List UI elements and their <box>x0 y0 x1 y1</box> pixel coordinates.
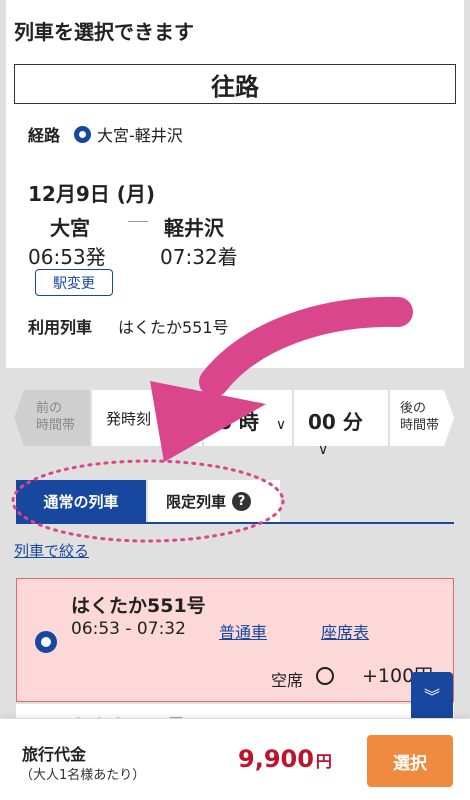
fare-unit: 円 <box>315 752 332 771</box>
fare-footer: 旅行代金 （大人1名様あたり） 9,900 円 選択 <box>0 718 470 800</box>
car-class-link[interactable]: 普通車 <box>219 619 267 643</box>
chevron-down-icon: ∨ <box>318 442 329 458</box>
minute-value: 00 <box>308 410 336 434</box>
train-value: はくたか551号 <box>118 318 229 337</box>
question-circle-icon[interactable]: ? <box>232 491 252 511</box>
hour-select[interactable]: 6 時 ∨ <box>204 390 292 446</box>
tab-limited-trains[interactable]: 限定列車 ? <box>148 480 280 522</box>
chevron-down-icon: ∨ <box>275 417 287 433</box>
route-radio[interactable] <box>74 125 92 143</box>
route-label: 経路 <box>28 126 61 145</box>
time-selector: 前の 時間帯 発時刻 6 時 ∨ 00 分 ∨ 後の 時間帯 <box>14 390 454 458</box>
next-timeslot-label: 後の 時間帯 <box>400 401 440 433</box>
arrival-time: 07:32着 <box>160 245 238 269</box>
tab-underline <box>16 522 454 524</box>
train-times: 06:53 - 07:32 <box>71 619 186 639</box>
prev-timeslot-label: 前の 時間帯 <box>36 401 76 433</box>
minute-select[interactable]: 00 分 ∨ <box>294 390 388 458</box>
availability-circle-icon <box>316 667 334 685</box>
fare-amount: 9,900 円 <box>238 745 332 773</box>
tab-regular-trains-label: 通常の列車 <box>43 492 119 511</box>
train-radio[interactable] <box>35 631 57 653</box>
availability-label: 空席 <box>271 671 304 690</box>
direction-heading: 往路 <box>14 64 456 104</box>
train-name: はくたか551号 <box>71 595 206 617</box>
to-station: 軽井沢 <box>164 216 224 240</box>
departure-time-label: 発時刻 <box>106 410 152 428</box>
from-station: 大宮 <box>50 216 90 240</box>
station-separator <box>128 221 148 222</box>
tab-regular-trains[interactable]: 通常の列車 <box>16 480 146 522</box>
change-station-button[interactable]: 駅変更 <box>35 269 113 296</box>
page-title: 列車を選択できます <box>14 20 194 44</box>
filter-by-train-link[interactable]: 列車で絞る <box>14 540 89 561</box>
minute-unit: 分 <box>342 410 363 434</box>
departure-time: 06:53発 <box>28 245 106 269</box>
route-value: 大宮-軽井沢 <box>97 126 183 145</box>
next-timeslot-button[interactable]: 後の 時間帯 <box>390 390 454 446</box>
hour-value: 6 <box>218 410 232 434</box>
train-result-card-selected[interactable]: はくたか551号 06:53 - 07:32 普通車 座席表 空席 +100円 <box>16 578 454 702</box>
travel-date: 12月9日 (月) <box>28 182 155 206</box>
train-label: 利用列車 <box>28 318 93 337</box>
tab-limited-trains-label: 限定列車 <box>166 492 227 511</box>
select-button[interactable]: 選択 <box>367 735 453 787</box>
prev-timeslot-button[interactable]: 前の 時間帯 <box>14 390 90 446</box>
route-row: 経路 大宮-軽井沢 <box>28 122 183 146</box>
hour-unit: 時 <box>238 410 259 434</box>
double-chevron-down-icon[interactable]: ︾ <box>411 672 453 718</box>
fare-label: 旅行代金 <box>22 745 87 764</box>
departure-time-field: 発時刻 <box>92 390 202 446</box>
fare-amount-value: 9,900 <box>238 745 314 773</box>
fare-note: （大人1名様あたり） <box>20 768 146 783</box>
seat-map-link[interactable]: 座席表 <box>321 619 369 643</box>
